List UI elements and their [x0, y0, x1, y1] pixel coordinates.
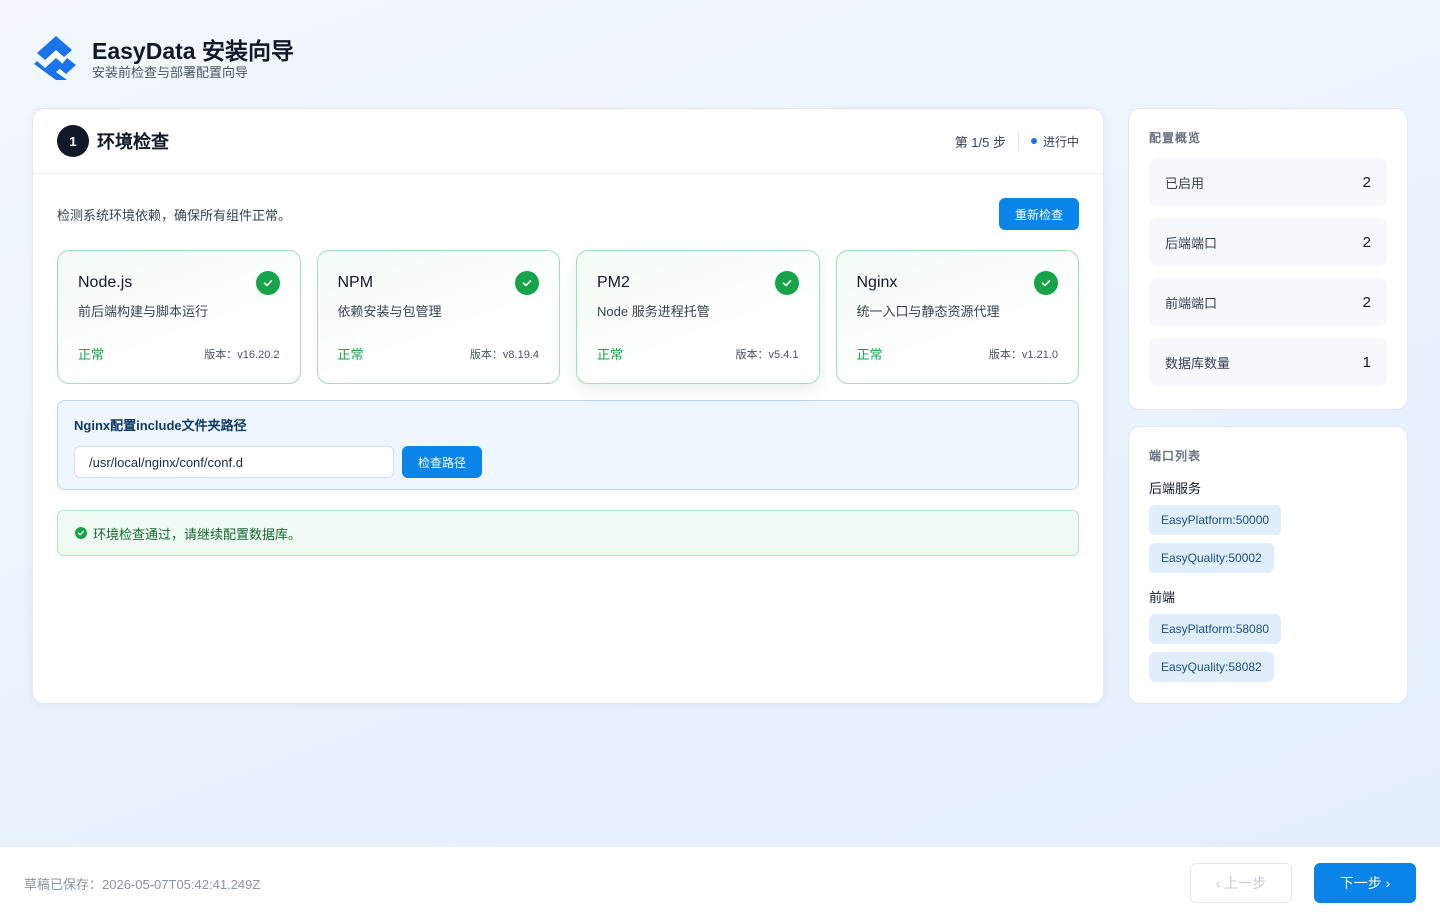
check-icon — [255, 271, 280, 295]
step-number-badge: 1 — [57, 125, 89, 157]
summary-item-backend-ports: 后端端口 2 — [1149, 218, 1387, 266]
ports-title: 端口列表 — [1149, 449, 1202, 463]
port-tag: EasyPlatform:50000 — [1149, 505, 1282, 535]
nginx-path-row: 检查路径 — [74, 446, 1062, 478]
card-header: 1 环境检查 第 1/5 步 进行中 — [33, 109, 1103, 174]
summary-item-enabled: 已启用 2 — [1149, 158, 1387, 206]
component-footer: 正常 版本：v8.19.4 — [338, 344, 540, 363]
nginx-path-panel: Nginx配置include文件夹路径 检查路径 — [57, 400, 1079, 490]
summary-label: 数据库数量 — [1165, 355, 1231, 371]
success-alert: 环境检查通过，请继续配置数据库。 — [57, 510, 1079, 556]
component-grid: Node.js 前后端构建与脚本运行 正常 版本：v16.20.2 NPM 依赖… — [57, 250, 1079, 384]
component-status: 正常 — [337, 347, 364, 362]
footer-actions: ‹ 上一步 下一步 › — [1190, 863, 1416, 903]
step-title: 1 环境检查 — [57, 125, 169, 157]
component-status: 正常 — [597, 347, 624, 362]
component-name: PM2 — [597, 274, 630, 291]
component-status: 正常 — [78, 347, 105, 362]
component-desc: 前后端构建与脚本运行 — [78, 304, 209, 319]
summary-value: 2 — [1362, 173, 1371, 191]
component-card-nginx: Nginx 统一入口与静态资源代理 正常 版本：v1.21.0 — [835, 250, 1079, 384]
port-tag: EasyQuality:58082 — [1149, 652, 1274, 682]
component-card-pm2: PM2 Node 服务进程托管 正常 版本：v5.4.1 — [576, 250, 820, 384]
component-footer: 正常 版本：v16.20.2 — [78, 344, 280, 363]
backend-port-list: EasyQuality:50002 — [1149, 535, 1387, 573]
summary-item-frontend-ports: 前端端口 2 — [1149, 278, 1387, 326]
status-dot-icon — [1030, 138, 1037, 144]
component-desc: Node 服务进程托管 — [597, 304, 710, 319]
app-header: EasyData 安装向导 安装前检查与部署配置向导 — [32, 34, 294, 82]
component-version: 版本：v1.21.0 — [988, 348, 1058, 361]
app-subtitle: 安装前检查与部署配置向导 — [92, 64, 249, 80]
summary-value: 1 — [1362, 353, 1371, 371]
brand-block: EasyData 安装向导 安装前检查与部署配置向导 — [92, 36, 294, 81]
component-version: 版本：v5.4.1 — [735, 348, 799, 361]
chevron-right-icon: › — [1385, 875, 1391, 891]
port-tag: EasyPlatform:58080 — [1149, 614, 1282, 644]
check-path-button[interactable]: 检查路径 — [402, 446, 483, 478]
chevron-left-icon: ‹ — [1215, 875, 1221, 891]
backend-group-label: 后端服务 — [1149, 481, 1202, 496]
success-message: 环境检查通过，请继续配置数据库。 — [93, 526, 302, 542]
frontend-port-list: EasyPlatform:58080 — [1149, 606, 1387, 644]
check-icon — [774, 271, 799, 295]
component-name: NPM — [337, 274, 374, 291]
description-row: 检测系统环境依赖，确保所有组件正常。 重新检查 — [57, 198, 1079, 230]
footer-bar: 草稿已保存：2026-05-07T05:42:41.249Z ‹ 上一步 下一步… — [0, 846, 1440, 919]
step-meta: 第 1/5 步 进行中 — [955, 131, 1079, 151]
component-card-nodejs: Node.js 前后端构建与脚本运行 正常 版本：v16.20.2 — [57, 250, 301, 384]
check-icon — [515, 271, 539, 295]
component-status: 正常 — [856, 347, 883, 362]
summary-value: 2 — [1362, 233, 1371, 251]
prev-step-button[interactable]: ‹ 上一步 — [1190, 863, 1292, 903]
step-status: 进行中 — [1042, 134, 1079, 149]
step-progress: 第 1/5 步 — [955, 131, 1019, 151]
summary-title: 配置概览 — [1149, 131, 1202, 145]
frontend-port-list: EasyQuality:58082 — [1149, 644, 1387, 682]
component-version: 版本：v8.19.4 — [469, 348, 539, 361]
component-name: Node.js — [78, 274, 133, 291]
backend-port-list: EasyPlatform:50000 — [1149, 497, 1387, 535]
nginx-path-input[interactable] — [74, 446, 394, 478]
app-title: EasyData 安装向导 — [92, 37, 294, 64]
frontend-group-label: 前端 — [1149, 590, 1176, 605]
summary-item-database-count: 数据库数量 1 — [1149, 338, 1387, 386]
success-check-icon — [75, 527, 87, 539]
component-name: Nginx — [856, 274, 898, 291]
main-card: 1 环境检查 第 1/5 步 进行中 检测系统环境依赖，确保所有组件正常。 重新… — [32, 108, 1104, 704]
summary-label: 前端端口 — [1165, 295, 1218, 311]
summary-panel: 配置概览 已启用 2 后端端口 2 前端端口 2 数据库数量 1 — [1128, 108, 1408, 410]
draft-save-status: 草稿已保存：2026-05-07T05:42:41.249Z — [24, 876, 261, 892]
nginx-path-label: Nginx配置include文件夹路径 — [74, 418, 247, 433]
summary-label: 后端端口 — [1165, 235, 1218, 251]
summary-label: 已启用 — [1165, 175, 1205, 191]
component-desc: 依赖安装与包管理 — [337, 304, 442, 319]
step-name: 环境检查 — [97, 132, 169, 152]
next-step-label: 下一步 — [1339, 875, 1382, 891]
prev-step-label: 上一步 — [1224, 875, 1267, 891]
check-icon — [1034, 271, 1058, 295]
component-footer: 正常 版本：v5.4.1 — [597, 344, 799, 363]
step-description: 检测系统环境依赖，确保所有组件正常。 — [57, 207, 292, 223]
port-tag: EasyQuality:50002 — [1149, 543, 1274, 573]
component-desc: 统一入口与静态资源代理 — [856, 304, 1000, 319]
component-card-npm: NPM 依赖安装与包管理 正常 版本：v8.19.4 — [316, 250, 560, 384]
card-body: 检测系统环境依赖，确保所有组件正常。 重新检查 Node.js 前后端构建与脚本… — [33, 174, 1103, 580]
component-footer: 正常 版本：v1.21.0 — [857, 344, 1059, 363]
stacked-diamond-logo — [34, 36, 76, 80]
recheck-button[interactable]: 重新检查 — [998, 198, 1079, 230]
summary-value: 2 — [1362, 293, 1371, 311]
ports-panel: 端口列表 后端服务 EasyPlatform:50000 EasyQuality… — [1128, 426, 1408, 704]
next-step-button[interactable]: 下一步 › — [1314, 863, 1416, 903]
component-version: 版本：v16.20.2 — [204, 348, 280, 361]
